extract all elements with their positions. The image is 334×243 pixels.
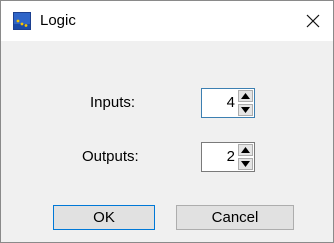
outputs-label: Outputs: bbox=[82, 148, 139, 165]
outputs-decrement-button[interactable] bbox=[238, 158, 253, 170]
outputs-increment-button[interactable] bbox=[238, 144, 253, 156]
inputs-value[interactable]: 4 bbox=[202, 89, 235, 117]
outputs-value[interactable]: 2 bbox=[202, 143, 235, 171]
title-bar[interactable]: Logic bbox=[1, 1, 333, 41]
outputs-spinner[interactable]: 2 bbox=[201, 142, 255, 172]
inputs-increment-button[interactable] bbox=[238, 90, 253, 102]
arrow-down-icon bbox=[241, 161, 250, 167]
cancel-button[interactable]: Cancel bbox=[176, 205, 294, 230]
inputs-label: Inputs: bbox=[90, 94, 136, 111]
close-button[interactable] bbox=[293, 1, 333, 41]
dialog-body: Inputs: 4 Outputs: 2 OK Cancel bbox=[1, 41, 333, 242]
inputs-spin-buttons bbox=[238, 90, 253, 116]
arrow-up-icon bbox=[241, 147, 250, 153]
ok-button[interactable]: OK bbox=[53, 205, 155, 230]
inputs-decrement-button[interactable] bbox=[238, 104, 253, 116]
inputs-spinner[interactable]: 4 bbox=[201, 88, 255, 118]
app-icon bbox=[13, 12, 31, 30]
window-title: Logic bbox=[40, 12, 76, 29]
dialog-window: Logic Inputs: 4 Outputs: 2 OK Cancel bbox=[0, 0, 334, 243]
arrow-down-icon bbox=[241, 107, 250, 113]
close-icon bbox=[306, 14, 320, 28]
outputs-spin-buttons bbox=[238, 144, 253, 170]
arrow-up-icon bbox=[241, 93, 250, 99]
